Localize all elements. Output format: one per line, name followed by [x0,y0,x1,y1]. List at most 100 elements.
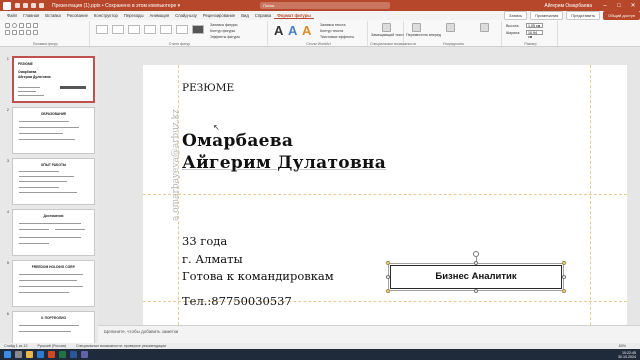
slide-thumbnail[interactable]: 2 ОБРАЗОВАНИЕ [4,107,95,154]
powerpoint-taskbar-icon[interactable] [48,351,55,358]
email-vertical-text[interactable]: a.omarbayeva@arbuz.kz [171,109,181,221]
shape-callout-icon[interactable] [12,30,17,35]
resume-heading[interactable]: РЕЗЮМЕ [182,82,234,94]
tab-animations[interactable]: Анимация [146,13,172,18]
save-icon[interactable] [23,3,28,8]
phone-text[interactable]: Тел.:87750030537 [182,294,292,308]
resize-handle[interactable] [386,261,390,265]
autosave-icon[interactable] [15,3,20,8]
search-box[interactable]: Поиск [260,2,391,9]
style-swatch[interactable] [128,25,140,34]
present-button[interactable]: Представить [566,11,601,20]
text-fill-button[interactable]: Заливка текста [320,23,345,27]
tab-slideshow[interactable]: Слайд-шоу [172,13,200,18]
shape-arrow-icon[interactable] [33,23,38,28]
style-swatch[interactable] [192,25,204,34]
taskbar-clock[interactable]: 10:22:45 30.10.2024 [618,351,636,359]
tab-transitions[interactable]: Переходы [121,13,147,18]
shape-outline-button[interactable]: Контур фигуры [210,29,235,33]
resize-handle[interactable] [562,289,566,293]
send-backward-icon[interactable] [446,23,455,32]
alt-text-button[interactable]: Замещающий текст [371,33,404,37]
tab-review[interactable]: Рецензирование [200,13,238,18]
tab-shape-format[interactable]: Формат фигуры [274,13,314,19]
shape-brace-icon[interactable] [19,30,24,35]
shape-star-icon[interactable] [5,30,10,35]
shape-rect-icon[interactable] [5,23,10,28]
bring-forward-icon[interactable] [412,23,421,32]
slide-thumbnail[interactable]: 6 II. ПОРТФОЛИО [4,311,95,343]
text-effects-button[interactable]: Текстовые эффекты [320,35,354,39]
notes-pane[interactable]: Щелкните, чтобы добавить заметки [98,325,640,343]
shape-more-icon[interactable] [33,30,38,35]
style-swatch[interactable] [144,25,156,34]
resize-handle[interactable] [386,289,390,293]
tab-help[interactable]: Справка [252,13,274,18]
selection-pane-icon[interactable] [480,23,489,32]
resize-handle[interactable] [562,261,566,265]
bring-forward-button[interactable]: Переместить вперед [406,33,441,37]
redo-icon[interactable] [39,3,44,8]
language-indicator[interactable]: Русский (Россия) [37,344,66,348]
tab-design[interactable]: Конструктор [91,13,121,18]
document-title[interactable]: Презентация (1).pptx • Сохранено в этом … [52,3,180,9]
age-text[interactable]: 33 года [182,234,227,248]
user-name[interactable]: Айгерим Омарбаева [544,3,592,9]
style-swatch[interactable] [160,25,172,34]
shape-triangle-icon[interactable] [19,23,24,28]
tab-draw[interactable]: Рисование [64,13,91,18]
city-text[interactable]: г. Алматы [182,252,243,266]
travel-text[interactable]: Готова к командировкам [182,269,334,283]
minimize-icon[interactable]: – [598,3,612,9]
alt-text-icon[interactable] [382,23,391,32]
shape-fill-button[interactable]: Заливка фигуры [210,23,237,27]
tab-insert[interactable]: Вставка [42,13,64,18]
text-outline-button[interactable]: Контур текста [320,29,343,33]
slide-thumbnails-panel[interactable]: 1 РЕЗЮМЕ Омарбаева Айгерим Дулатовна 2 О… [0,48,98,343]
resize-handle[interactable] [386,275,390,279]
tab-file[interactable]: Файл [4,13,20,18]
share-button[interactable]: Общий доступ [603,11,640,20]
style-swatch[interactable] [96,25,108,34]
maximize-icon[interactable]: □ [612,3,626,9]
comments-button[interactable]: Примечания [530,11,564,20]
start-icon[interactable] [4,351,11,358]
excel-taskbar-icon[interactable] [59,351,66,358]
shape-line-icon[interactable] [26,23,31,28]
resize-handle[interactable] [474,261,478,265]
undo-icon[interactable] [31,3,36,8]
accessibility-status[interactable]: Специальные возможности: проверьте реком… [76,344,166,348]
slide-thumbnail[interactable]: 3 ОПЫТ РАБОТЫ [4,158,95,205]
word-taskbar-icon[interactable] [70,351,77,358]
close-icon[interactable]: ✕ [626,2,640,9]
teams-taskbar-icon[interactable] [81,351,88,358]
slide-thumbnail[interactable]: 4 Достижения [4,209,95,256]
rotate-handle[interactable] [473,251,479,257]
wordart-style-a[interactable]: A [274,23,283,38]
record-button[interactable]: Запись [504,11,528,20]
job-title-text[interactable]: Бизнес Аналитик [391,271,561,282]
width-input[interactable]: 10,94 см [526,30,543,39]
file-explorer-icon[interactable] [26,351,33,358]
browser-icon[interactable] [37,351,44,358]
style-swatch[interactable] [112,25,124,34]
shape-oval-icon[interactable] [12,23,17,28]
search-icon[interactable] [15,351,22,358]
zoom-level[interactable]: 83% [619,344,626,348]
resize-handle[interactable] [474,289,478,293]
style-swatch[interactable] [176,25,188,34]
tab-home[interactable]: Главная [20,13,42,18]
job-title-shape[interactable]: Бизнес Аналитик [390,265,562,289]
shape-effects-button[interactable]: Эффекты фигуры [210,35,240,39]
shape-textbox-icon[interactable] [26,30,31,35]
slide-canvas[interactable]: a.omarbayeva@arbuz.kz РЕЗЮМЕ ↖ Омарбаева… [143,65,627,325]
wordart-style-a[interactable]: A [302,23,311,38]
given-names-text[interactable]: Айгерим Дулатовна [182,153,386,173]
tab-view[interactable]: Вид [238,13,252,18]
slide-thumbnail[interactable]: 5 FREEDOM HOLDING CORP. [4,260,95,307]
wordart-style-a[interactable]: A [288,23,297,38]
height-input[interactable]: 1,05 см [526,23,543,28]
surname-text[interactable]: Омарбаева [182,131,293,151]
slide-thumbnail[interactable]: 1 РЕЗЮМЕ Омарбаева Айгерим Дулатовна [4,56,95,103]
resize-handle[interactable] [562,275,566,279]
